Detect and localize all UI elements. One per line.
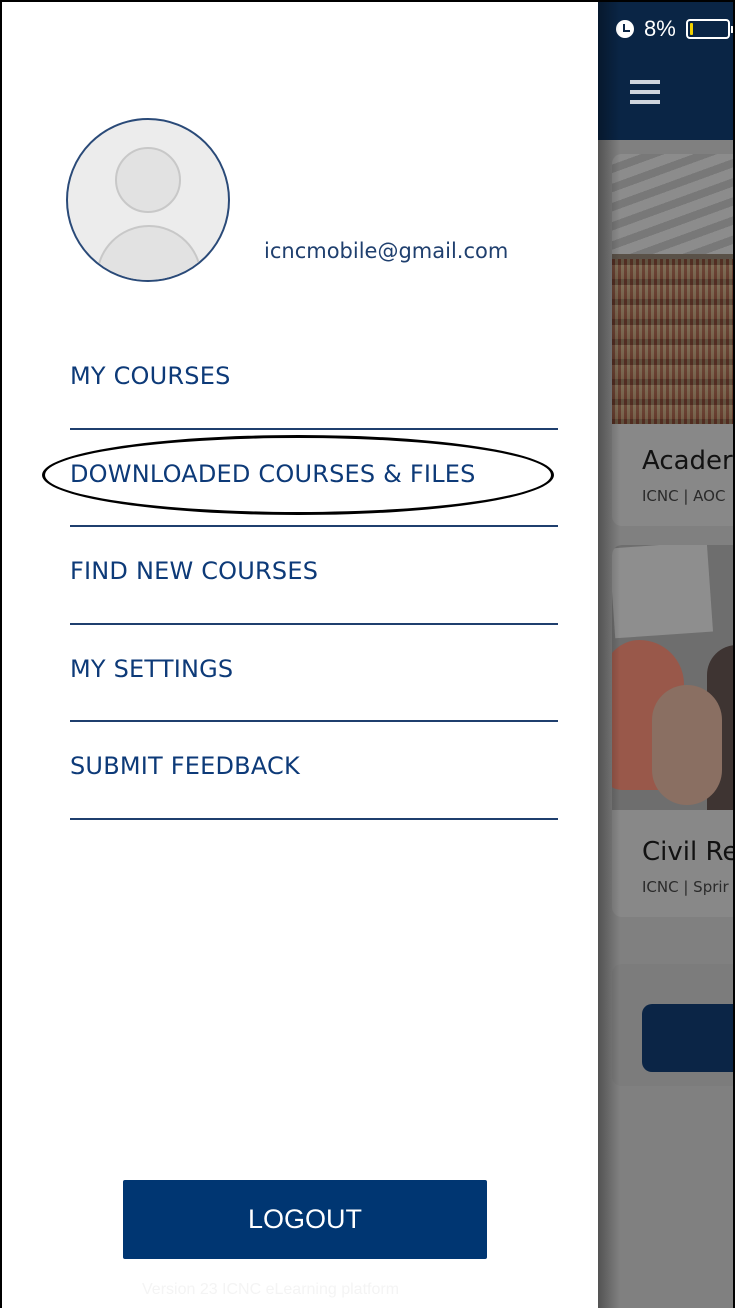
menu-item-label: FIND NEW COURSES [70,557,319,585]
course-subtitle: ICNC | Sprir [642,878,729,896]
menu-item-label: SUBMIT FEEDBACK [70,752,300,780]
course-card[interactable]: Civil Re ICNC | Sprir [612,545,735,917]
menu-item-downloaded-courses[interactable]: DOWNLOADED COURSES & FILES [70,430,558,527]
navigation-drawer: icncmobile@gmail.com MY COURSES DOWNLOAD… [2,2,598,1308]
battery-percentage: 8% [644,16,676,41]
course-title: Civil Re [642,837,735,867]
menu-item-submit-feedback[interactable]: SUBMIT FEEDBACK [70,722,558,820]
course-image [612,545,733,810]
drawer-menu: MY COURSES DOWNLOADED COURSES & FILES FI… [42,332,558,820]
battery-icon [685,19,733,39]
version-text: Version 23 ICNC eLearning platform [142,1281,400,1298]
course-subtitle: ICNC | AOC [642,487,726,505]
hamburger-icon[interactable] [630,80,660,104]
status-bar: 8% [616,16,733,42]
menu-item-label: MY SETTINGS [70,654,234,683]
course-card[interactable]: Acader ICNC | AOC [612,154,733,526]
app-header: 8% [598,2,733,140]
course-image [612,154,733,424]
app-panel-button[interactable] [642,1004,733,1072]
course-title: Acader [642,446,733,476]
app-panel [612,964,733,1086]
menu-item-my-courses[interactable]: MY COURSES [70,332,558,430]
screen: 8% Acader ICNC | AOC Civil Re ICNC | Spr… [0,0,735,1308]
background-app[interactable]: 8% Acader ICNC | AOC Civil Re ICNC | Spr… [598,2,735,1308]
menu-item-find-new-courses[interactable]: FIND NEW COURSES [70,527,558,625]
menu-item-label: DOWNLOADED COURSES & FILES [70,459,476,488]
menu-item-my-settings[interactable]: MY SETTINGS [70,625,558,722]
avatar-head [115,147,181,213]
logout-button[interactable]: LOGOUT [123,1180,487,1259]
menu-item-label: MY COURSES [70,362,231,390]
battery-level [689,23,693,35]
user-email: icncmobile@gmail.com [264,239,509,263]
avatar[interactable] [66,118,230,282]
alarm-icon [616,20,634,38]
avatar-body [96,225,202,280]
